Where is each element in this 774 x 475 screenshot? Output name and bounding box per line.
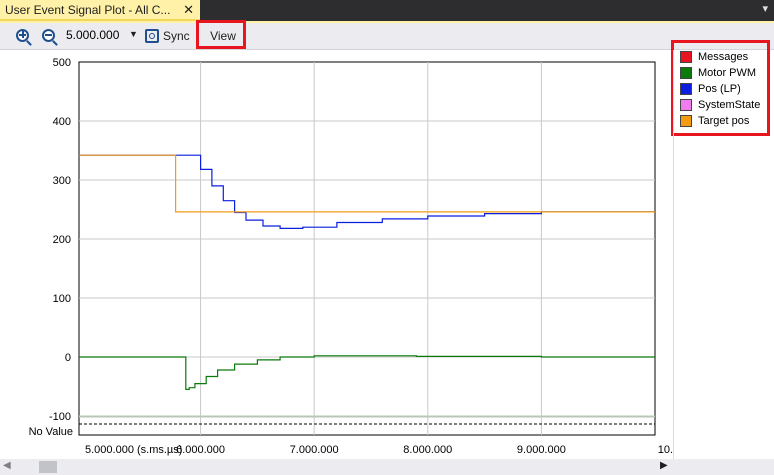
toolbar: 5.000.000 ▼ Sync [0,23,774,50]
chevron-down-icon[interactable]: ▼ [129,29,138,39]
tab-overflow-dropdown-icon[interactable]: ▾ [762,2,768,15]
x-tick-label: 10. [658,444,673,456]
sync-icon [145,29,159,43]
y-tick-label: 300 [53,175,71,187]
sync-label: Sync [163,29,190,43]
x-tick-label: 6.000.000 [176,444,225,456]
x-tick-label: 7.000.000 [290,444,339,456]
x-axis-ticks: 5.000.000 (s.ms.µs)6.000.000 7.000.000 8.0… [85,444,673,456]
sync-button[interactable]: Sync [145,26,190,46]
scroll-left-icon[interactable]: ◀ [3,460,11,471]
signal-plot[interactable]: 500 400 300 200 100 0 -100 5.000.000 (s.ms.µs)… [0,50,673,459]
y-tick-label: -100 [49,411,71,423]
zoom-in-icon [15,28,29,42]
tab-title: User Event Signal Plot - All C... [5,2,171,17]
scrollbar-thumb[interactable] [39,461,57,473]
zoom-out-button[interactable] [39,26,57,44]
scroll-right-icon[interactable]: ▶ [660,460,668,471]
no-value-label: No Value [29,426,73,438]
y-tick-label: 500 [53,57,71,69]
close-icon[interactable]: ✕ [183,2,194,18]
plot-area [78,61,656,436]
zoom-out-icon [41,28,55,42]
tab-user-event-signal-plot[interactable]: User Event Signal Plot - All C... ✕ [0,0,200,21]
y-tick-label: 100 [53,293,71,305]
x-tick-label: 8.000.000 [403,444,452,456]
view-highlight-box [196,20,246,49]
x-tick-label: 9.000.000 [517,444,566,456]
zoom-in-button[interactable] [13,26,31,44]
y-tick-label: 200 [53,234,71,246]
legend-highlight-box [671,40,770,136]
plot-divider [673,50,674,459]
y-axis-ticks: 500 400 300 200 100 0 -100 [49,57,71,423]
horizontal-scrollbar[interactable]: ◀ ▶ [0,459,774,475]
x-tick-label: 5.000.000 (s.ms.µs) [85,444,182,456]
zoom-level-combobox[interactable]: 5.000.000 [66,27,122,44]
y-tick-label: 0 [65,352,71,364]
document-tab-strip: User Event Signal Plot - All C... ✕ ▾ [0,0,774,21]
y-tick-label: 400 [53,116,71,128]
